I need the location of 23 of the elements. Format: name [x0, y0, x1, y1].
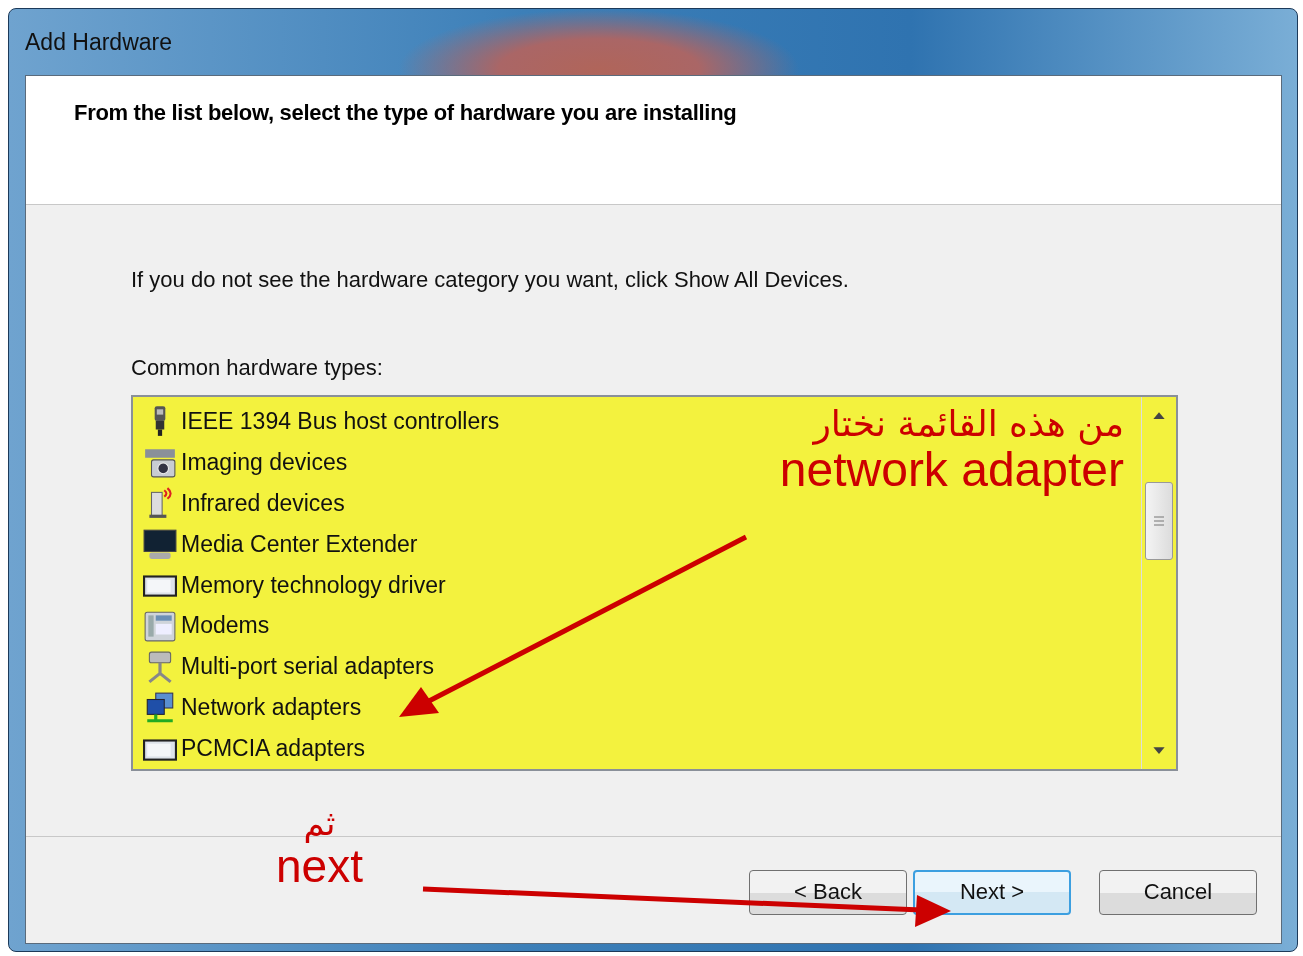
hardware-list-item[interactable]: IEEE 1394 Bus host controllers	[143, 401, 500, 442]
list-label: Common hardware types:	[131, 355, 384, 381]
scrollbar[interactable]	[1141, 397, 1176, 769]
hardware-list-item[interactable]: Media Center Extender	[143, 523, 418, 565]
hardware-list-item[interactable]: PCMCIA adapters	[143, 728, 366, 769]
hardware-list-item[interactable]: Infrared devices	[143, 482, 345, 524]
instruction-text: If you do not see the hardware category you want, click Show All Devices.	[131, 267, 850, 293]
annotation-arabic-text: من هذه القائمة نختار	[813, 403, 1124, 444]
annotation-arabic-text: ثم	[303, 803, 336, 843]
monitor-icon	[143, 527, 177, 562]
annotation-text: next	[276, 843, 363, 889]
hardware-list-item[interactable]: Multi-port serial adapters	[143, 646, 435, 688]
scroll-thumb[interactable]	[1145, 482, 1173, 560]
window-title: Add Hardware	[25, 29, 173, 56]
hardware-list-item[interactable]: Imaging devices	[143, 441, 348, 483]
scroll-up-icon[interactable]	[1152, 411, 1166, 420]
hardware-list-item[interactable]: Memory technology driver	[143, 564, 446, 606]
dialog-button[interactable]: Next >	[913, 869, 1071, 915]
hardware-list-item[interactable]: Modems	[143, 605, 270, 647]
heading-text: From the list below, select the type of hardware you are installing	[74, 100, 737, 125]
scroll-down-icon[interactable]	[1152, 746, 1166, 755]
hardware-list-item[interactable]: Network adapters	[143, 687, 362, 729]
dialog-button[interactable]: Cancel	[1099, 869, 1257, 915]
